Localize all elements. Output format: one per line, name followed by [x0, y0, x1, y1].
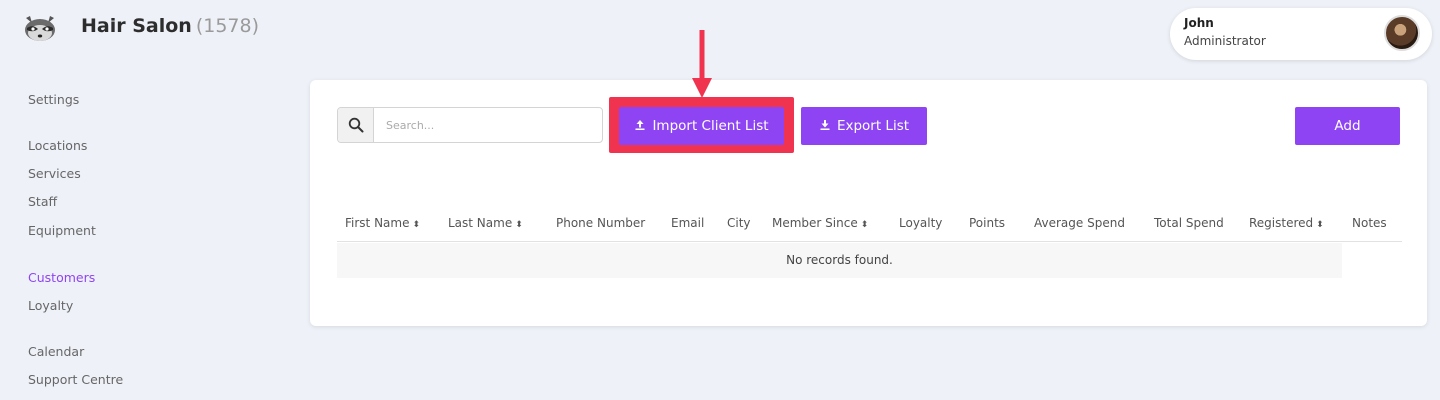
red-arrow-annotation — [692, 30, 712, 98]
add-button[interactable]: Add — [1295, 107, 1400, 145]
raccoon-logo-icon — [25, 16, 55, 41]
sort-icon: ⬍ — [1316, 220, 1324, 230]
column-total-spend: Total Spend — [1154, 216, 1224, 230]
column-notes: Notes — [1352, 216, 1387, 230]
user-menu[interactable]: John Administrator — [1170, 8, 1432, 60]
search-button[interactable] — [338, 108, 374, 142]
column-last-name[interactable]: Last Name ⬍ — [448, 216, 523, 230]
column-city: City — [727, 216, 751, 230]
column-member-since[interactable]: Member Since ⬍ — [772, 216, 868, 230]
export-list-button[interactable]: Export List — [801, 107, 927, 145]
user-name: John — [1184, 16, 1214, 30]
sidebar-item-equipment[interactable]: Equipment — [28, 223, 96, 238]
sort-icon: ⬍ — [412, 220, 421, 230]
sort-icon: ⬍ — [515, 220, 523, 230]
export-label: Export List — [836, 118, 910, 134]
import-label: Import Client List — [652, 118, 769, 134]
upload-icon — [634, 119, 646, 134]
customers-panel: Import Client List Export List Add First… — [310, 80, 1427, 326]
sidebar-item-calendar[interactable]: Calendar — [28, 344, 84, 359]
customer-count: (1578) — [195, 15, 260, 37]
salon-name: Hair Salon — [81, 15, 192, 37]
sidebar-item-settings[interactable]: Settings — [28, 92, 79, 107]
add-label: Add — [1334, 118, 1361, 134]
app-title: Hair Salon (1578) — [81, 15, 259, 37]
sidebar-item-locations[interactable]: Locations — [28, 138, 87, 153]
sidebar-item-loyalty[interactable]: Loyalty — [28, 298, 73, 313]
column-first-name[interactable]: First Name ⬍ — [345, 216, 420, 230]
search-box — [337, 107, 603, 143]
sort-icon: ⬍ — [860, 220, 869, 230]
user-role: Administrator — [1184, 34, 1266, 48]
column-loyalty: Loyalty — [899, 216, 943, 230]
search-icon — [348, 117, 363, 133]
column-registered[interactable]: Registered ⬍ — [1249, 216, 1324, 230]
avatar[interactable] — [1384, 15, 1420, 51]
sidebar-item-services[interactable]: Services — [28, 166, 81, 181]
empty-state-row: No records found. — [337, 243, 1342, 278]
column-email: Email — [671, 216, 705, 230]
search-input[interactable] — [376, 108, 602, 142]
download-icon — [819, 119, 831, 134]
table-header: First Name ⬍ Last Name ⬍ Phone Number Emai… — [337, 216, 1402, 242]
column-average-spend: Average Spend — [1034, 216, 1125, 230]
sidebar-item-staff[interactable]: Staff — [28, 194, 57, 209]
sidebar-item-customers[interactable]: Customers — [28, 270, 95, 285]
import-client-list-button[interactable]: Import Client List — [619, 107, 784, 145]
sidebar-item-support-centre[interactable]: Support Centre — [28, 372, 123, 387]
column-points: Points — [969, 216, 1006, 230]
column-phone-number: Phone Number — [556, 216, 646, 230]
